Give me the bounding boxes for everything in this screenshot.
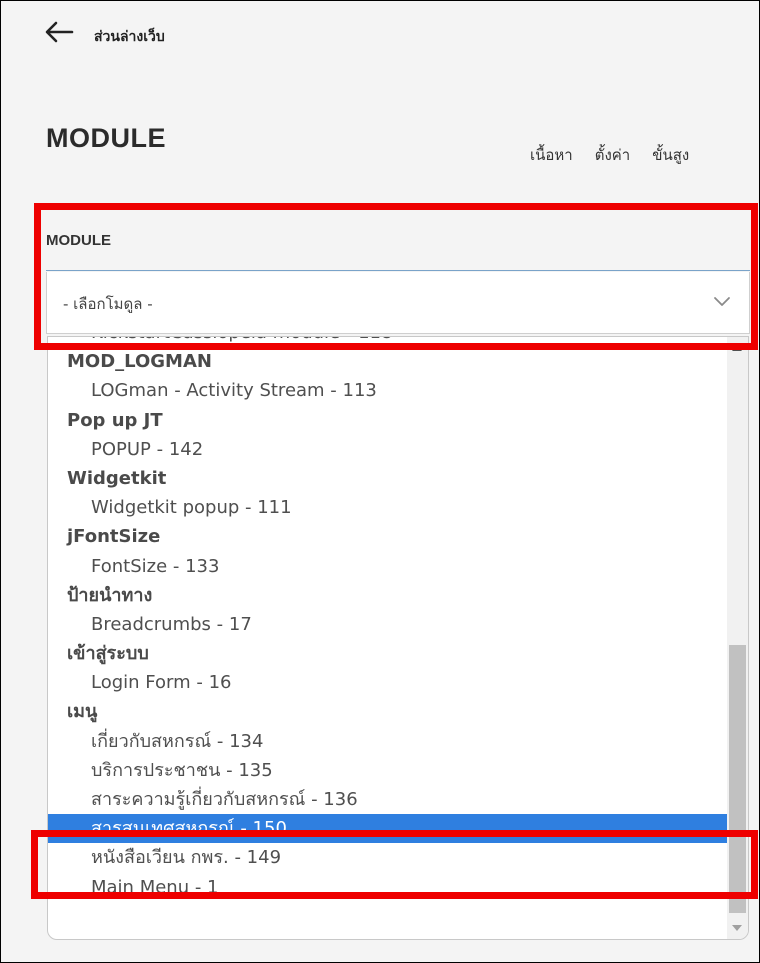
option-group-label: ป้ายนำทาง xyxy=(67,584,153,606)
option-item[interactable]: KickstartCassiopeia module - 118 xyxy=(48,337,728,347)
option-group-label: Pop up JT xyxy=(67,409,163,431)
scroll-down-arrow-icon[interactable] xyxy=(732,925,742,931)
option-item[interactable]: FontSize - 133 xyxy=(48,552,728,581)
top-bar: ส่วนล่างเว็บ xyxy=(0,0,760,70)
option-item[interactable]: เกี่ยวกับสหกรณ์ - 134 xyxy=(48,727,728,756)
option-item[interactable]: Widgetkit popup - 111 xyxy=(48,493,728,522)
option-item-selected[interactable]: สารสนเทศสหกรณ์ - 150 xyxy=(48,814,728,844)
option-item[interactable]: LOGman - Activity Stream - 113 xyxy=(48,376,728,405)
module-options-list[interactable]: KickstartCassiopeia module - 118 MOD_LOGM… xyxy=(47,336,749,940)
options-container: KickstartCassiopeia module - 118 MOD_LOGM… xyxy=(48,337,728,902)
scrollbar[interactable] xyxy=(727,337,748,939)
tab-content[interactable]: เนื้อหา xyxy=(530,143,573,167)
scroll-up-arrow-icon[interactable] xyxy=(732,345,742,351)
scrollbar-thumb[interactable] xyxy=(729,645,746,913)
option-item[interactable]: POPUP - 142 xyxy=(48,435,728,464)
option-group-label: เข้าสู่ระบบ xyxy=(67,643,149,665)
option-group-label: Widgetkit xyxy=(67,467,167,489)
option-item[interactable]: สาระความรู้เกี่ยวกับสหกรณ์ - 136 xyxy=(48,785,728,814)
chevron-down-icon xyxy=(714,297,730,306)
back-link-label[interactable]: ส่วนล่างเว็บ xyxy=(94,26,165,48)
page-title: MODULE xyxy=(46,123,166,153)
tab-settings[interactable]: ตั้งค่า xyxy=(595,143,631,167)
option-item[interactable]: Breadcrumbs - 17 xyxy=(48,610,728,639)
option-group-label: MOD_LOGMAN xyxy=(67,351,212,373)
tab-advanced[interactable]: ขั้นสูง xyxy=(652,143,689,167)
tab-bar: เนื้อหา ตั้งค่า ขั้นสูง xyxy=(530,143,689,167)
option-item[interactable]: บริการประชาชน - 135 xyxy=(48,756,728,785)
option-group-label: jFontSize xyxy=(67,526,161,548)
back-arrow-icon[interactable] xyxy=(44,20,74,44)
option-group-label: เมนู xyxy=(67,701,98,723)
module-select-value: - เลือกโมดูล - xyxy=(63,295,153,313)
module-select[interactable]: - เลือกโมดูล - xyxy=(46,272,750,334)
option-item[interactable]: หนังสือเวียน กพร. - 149 xyxy=(48,843,728,872)
option-item[interactable]: Main Menu - 1 xyxy=(48,873,728,902)
option-item[interactable]: Login Form - 16 xyxy=(48,668,728,697)
field-divider xyxy=(46,270,750,271)
module-field-label: MODULE xyxy=(46,232,111,249)
